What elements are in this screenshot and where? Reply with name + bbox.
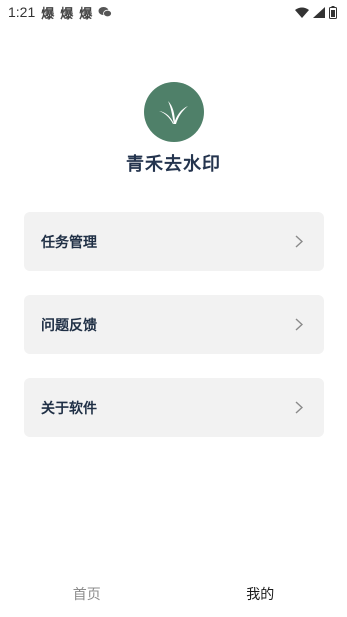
- sprout-icon: [159, 101, 188, 124]
- menu-item-label: 关于软件: [41, 400, 97, 417]
- battery-icon: [329, 5, 337, 19]
- chevron-right-icon: [292, 318, 306, 332]
- app-name: 青禾去水印: [126, 154, 221, 175]
- tab-mine[interactable]: 我的: [174, 570, 347, 617]
- menu-item-feedback[interactable]: 问题反馈: [24, 295, 324, 354]
- menu-item-label: 问题反馈: [41, 317, 97, 334]
- signal-icon: [313, 6, 325, 18]
- notification-icon: 爆: [41, 6, 55, 22]
- status-bar: 1:21 爆 爆 爆: [0, 0, 347, 24]
- wechat-icon: [98, 7, 113, 18]
- bottom-tab-bar: 首页 我的: [0, 570, 347, 617]
- status-right: [295, 5, 337, 19]
- tab-home[interactable]: 首页: [0, 570, 174, 617]
- menu-item-task-management[interactable]: 任务管理: [24, 212, 324, 271]
- menu-item-about[interactable]: 关于软件: [24, 378, 324, 437]
- notification-icon: 爆: [79, 6, 93, 22]
- app-logo: [144, 82, 204, 142]
- chevron-right-icon: [292, 401, 306, 415]
- chevron-right-icon: [292, 235, 306, 249]
- status-left: 1:21 爆 爆 爆: [8, 3, 113, 22]
- notification-icon: 爆: [60, 6, 74, 22]
- menu-item-label: 任务管理: [41, 234, 97, 251]
- status-time: 1:21: [8, 4, 36, 20]
- wifi-icon: [295, 7, 309, 18]
